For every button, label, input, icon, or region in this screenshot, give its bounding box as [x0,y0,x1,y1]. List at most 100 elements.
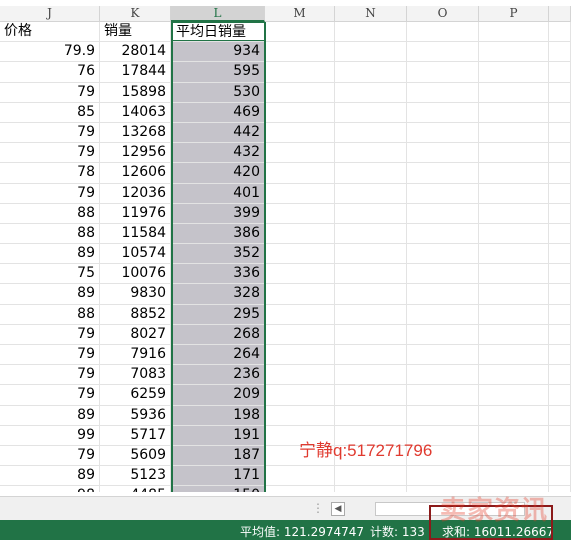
cell-avg-daily-sales[interactable]: 401 [171,183,265,203]
cell-empty[interactable] [549,143,571,163]
cell-empty[interactable] [407,466,479,486]
cell-empty[interactable] [479,82,549,102]
cell-empty[interactable] [407,203,479,223]
cell-empty[interactable] [549,244,571,264]
cell-avg-daily-sales[interactable]: 209 [171,385,265,405]
cell-avg-daily-sales[interactable]: 268 [171,324,265,344]
cell-avg-daily-sales[interactable]: 336 [171,264,265,284]
cell-empty[interactable] [407,62,479,82]
cell-empty[interactable] [479,385,549,405]
cell-empty[interactable] [549,445,571,466]
cell-empty[interactable] [407,82,479,102]
cell-empty[interactable] [479,102,549,122]
cell-price[interactable]: 79 [0,122,100,143]
cell-sales[interactable]: 12956 [100,143,171,163]
cell-empty[interactable] [479,324,549,344]
cell-empty[interactable] [479,244,549,264]
cell-empty[interactable] [407,304,479,324]
cell-header-sales[interactable]: 销量 [100,22,171,42]
cell-sales[interactable]: 10076 [100,264,171,284]
cell-avg-daily-sales[interactable]: 328 [171,284,265,304]
cell-sales[interactable]: 8852 [100,304,171,324]
cell-sales[interactable]: 6259 [100,385,171,405]
cell-price[interactable]: 79.9 [0,42,100,62]
cell-empty[interactable] [549,183,571,203]
cell-empty[interactable] [479,466,549,486]
cell-empty[interactable] [549,365,571,385]
cell-empty[interactable] [407,223,479,244]
cell-empty[interactable] [335,365,407,385]
cell-price[interactable]: 78 [0,163,100,183]
cell-empty[interactable] [407,244,479,264]
cell-empty[interactable] [265,345,335,365]
cell-empty[interactable] [549,385,571,405]
cell-empty[interactable] [549,345,571,365]
cell-sales[interactable]: 11976 [100,203,171,223]
cell-empty[interactable] [335,163,407,183]
cell-empty[interactable] [407,405,479,425]
column-header-j[interactable]: J [0,6,100,22]
column-header-q[interactable] [549,6,571,22]
cell-sales[interactable]: 10574 [100,244,171,264]
cell-empty[interactable] [335,264,407,284]
cell-empty[interactable] [549,203,571,223]
cell-empty[interactable] [265,284,335,304]
cell-empty[interactable] [407,183,479,203]
cell-avg-daily-sales[interactable]: 171 [171,466,265,486]
cell-empty[interactable] [479,304,549,324]
column-header-l[interactable]: L [171,6,265,22]
cell-empty[interactable] [265,486,335,492]
cell-empty[interactable] [265,62,335,82]
cell-empty[interactable] [265,82,335,102]
cell-avg-daily-sales[interactable]: 187 [171,445,265,466]
cell-header-price[interactable]: 价格 [0,22,100,42]
cell-price[interactable]: 79 [0,365,100,385]
cell-avg-daily-sales[interactable]: 150 [171,486,265,492]
status-count[interactable]: 计数: 133 [370,523,425,540]
cell-empty[interactable] [265,143,335,163]
cell-avg-daily-sales[interactable]: 386 [171,223,265,244]
cell-price[interactable]: 89 [0,284,100,304]
cell-avg-daily-sales[interactable]: 432 [171,143,265,163]
cell-empty[interactable] [407,284,479,304]
cell-price[interactable]: 79 [0,324,100,344]
cell-price[interactable]: 88 [0,304,100,324]
cell-empty[interactable] [407,365,479,385]
cell-empty[interactable] [549,163,571,183]
cell-empty[interactable] [265,163,335,183]
scroll-left-button[interactable]: ◀ [331,502,345,516]
cell-price[interactable]: 89 [0,244,100,264]
cell-empty[interactable] [265,122,335,143]
cell-empty[interactable] [549,62,571,82]
cell-empty[interactable] [335,304,407,324]
column-header-n[interactable]: N [335,6,407,22]
cell-avg-daily-sales[interactable]: 264 [171,345,265,365]
cell-empty[interactable] [479,365,549,385]
cell-empty[interactable] [335,223,407,244]
cell-price[interactable]: 79 [0,82,100,102]
cell-empty[interactable] [335,284,407,304]
cell-empty[interactable] [335,385,407,405]
cell-empty[interactable] [407,385,479,405]
cell-empty[interactable] [335,183,407,203]
cell-empty[interactable] [549,122,571,143]
cell-empty[interactable] [549,82,571,102]
cell-empty[interactable] [479,284,549,304]
cell-empty[interactable] [479,345,549,365]
cell-price[interactable]: 99 [0,425,100,445]
cell-empty[interactable] [407,22,479,42]
cell-empty[interactable] [265,466,335,486]
cell-avg-daily-sales[interactable]: 295 [171,304,265,324]
cell-avg-daily-sales[interactable]: 420 [171,163,265,183]
cell-sales[interactable]: 12036 [100,183,171,203]
cell-empty[interactable] [549,304,571,324]
cell-empty[interactable] [407,345,479,365]
cell-empty[interactable] [265,22,335,42]
cell-avg-daily-sales[interactable]: 198 [171,405,265,425]
cell-price[interactable]: 79 [0,143,100,163]
cell-empty[interactable] [265,365,335,385]
cell-empty[interactable] [549,284,571,304]
cell-empty[interactable] [265,264,335,284]
cell-header-avg-daily-sales[interactable]: 平均日销量 [171,22,265,42]
cell-price[interactable]: 76 [0,62,100,82]
